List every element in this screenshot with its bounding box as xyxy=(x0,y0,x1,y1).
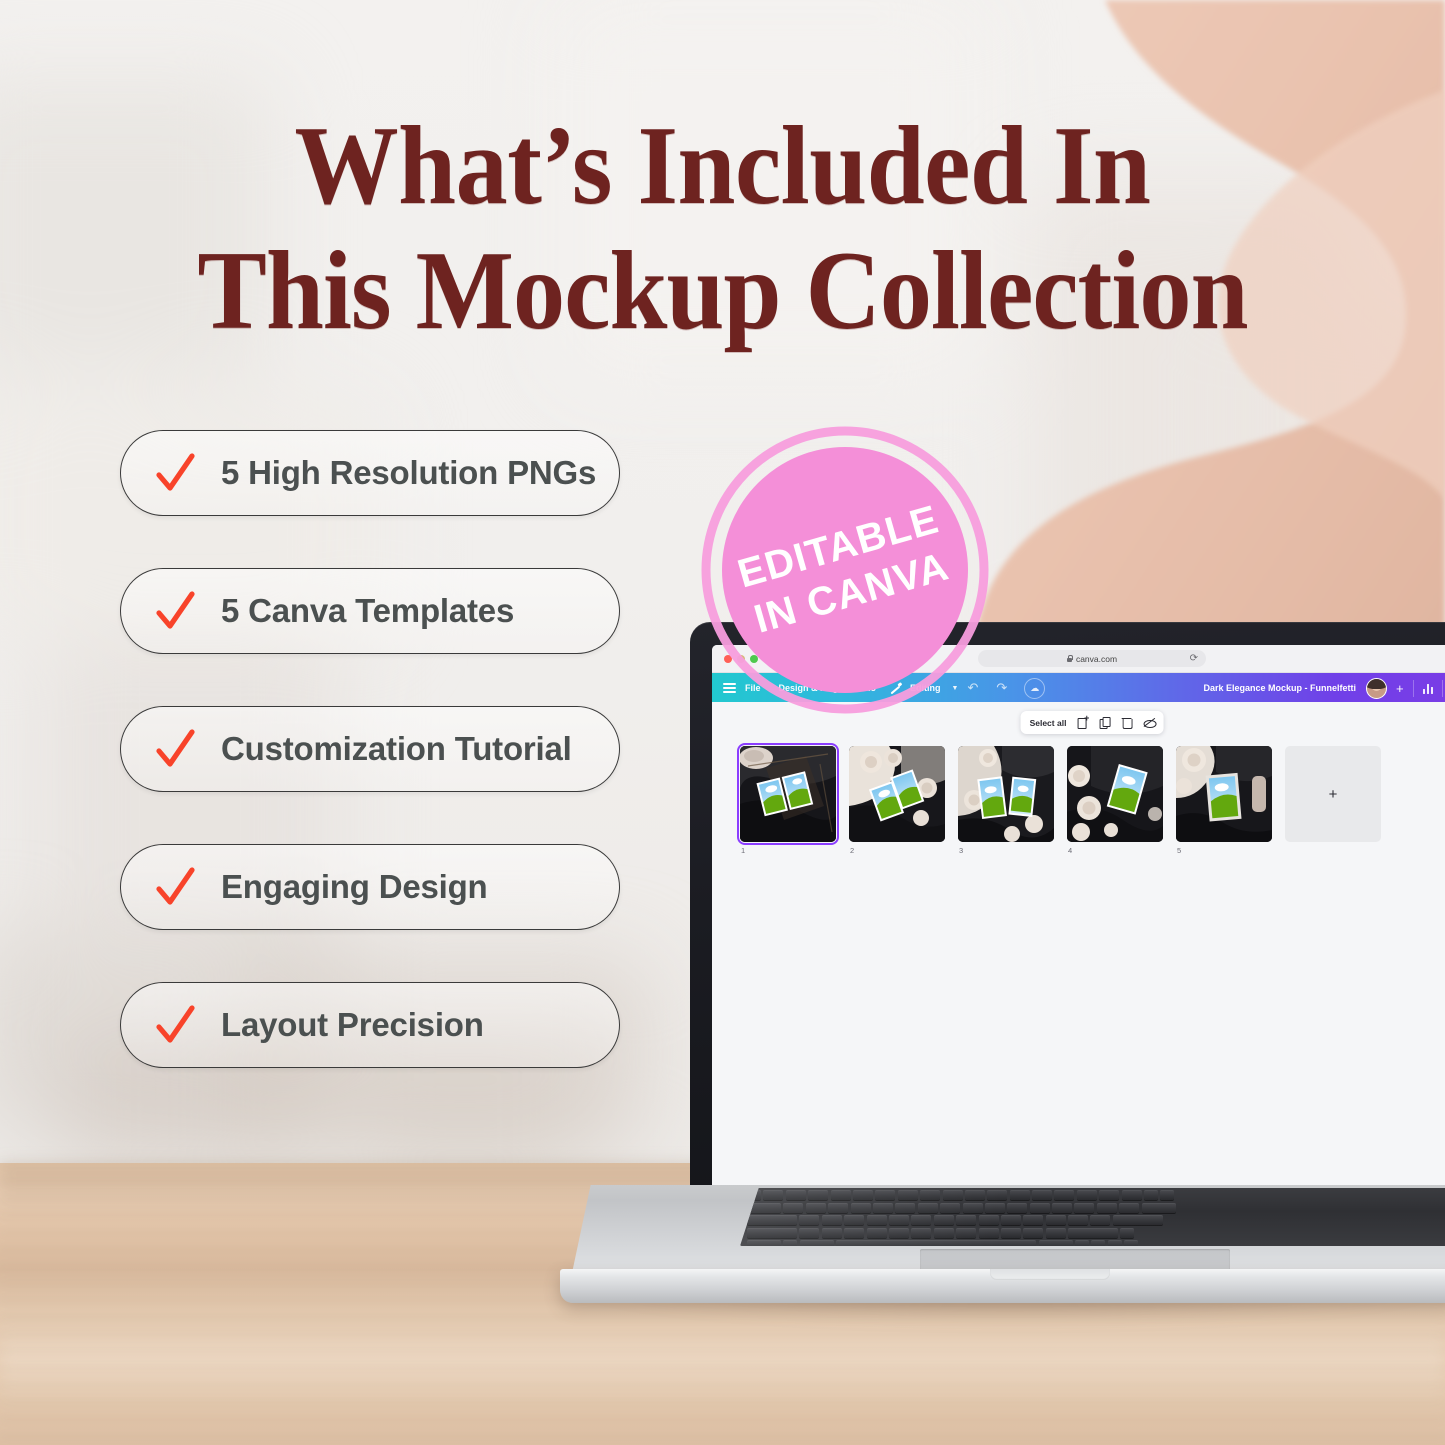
select-all-button[interactable]: Select all xyxy=(1030,718,1067,728)
feature-item-png[interactable]: 5 High Resolution PNGs xyxy=(120,430,620,516)
page-thumbnail[interactable]: 4 xyxy=(1067,746,1163,855)
badge-circle xyxy=(701,426,989,714)
page-number: 4 xyxy=(1068,846,1073,855)
page-thumbnail[interactable]: 5 xyxy=(1176,746,1272,855)
page-title: What’s Included In This Mockup Collectio… xyxy=(51,104,1395,355)
feature-label: Engaging Design xyxy=(221,868,488,905)
feature-label: 5 Canva Templates xyxy=(221,592,515,629)
headline-line-2: This Mockup Collection xyxy=(197,229,1248,354)
page-thumbnail[interactable]: 2 xyxy=(849,746,945,855)
headline-line-1: What’s Included In xyxy=(294,104,1151,228)
page-thumbnail-image[interactable] xyxy=(849,746,945,842)
page-number: 1 xyxy=(741,846,746,855)
check-icon xyxy=(156,729,195,767)
page-number: 3 xyxy=(959,846,964,855)
browser-url-bar[interactable]: canva.com ⟳ xyxy=(978,650,1206,667)
delete-page-icon[interactable] xyxy=(1121,717,1133,729)
laptop-base xyxy=(560,1185,1445,1303)
check-icon xyxy=(156,1005,195,1043)
add-page-tile[interactable]: + xyxy=(1285,746,1381,855)
laptop-keyboard xyxy=(740,1188,1445,1246)
page-thumbnail-image[interactable] xyxy=(1067,746,1163,842)
redo-arrow-icon[interactable]: ↷ xyxy=(987,680,1016,696)
hide-page-icon[interactable] xyxy=(1143,717,1157,729)
laptop-mockup: canva.com ⟳ File Design & Magic Studio E… xyxy=(560,600,1445,1303)
feature-list: 5 High Resolution PNGs 5 Canva Templates… xyxy=(120,430,620,1120)
feature-label: 5 High Resolution PNGs xyxy=(221,454,597,491)
toolbar-divider xyxy=(1442,679,1443,697)
page-thumbnail-image[interactable] xyxy=(736,742,840,846)
add-page-icon[interactable] xyxy=(1077,714,1089,729)
document-title[interactable]: Dark Elegance Mockup - Funnelfetti xyxy=(1204,683,1357,693)
plus-icon: + xyxy=(1328,785,1338,803)
reload-icon[interactable]: ⟳ xyxy=(1190,653,1198,664)
add-page-tile-surface[interactable]: + xyxy=(1285,746,1381,842)
cloud-save-icon[interactable]: ☁ xyxy=(1024,677,1046,699)
feature-label: Layout Precision xyxy=(221,1006,484,1043)
feature-item-layout[interactable]: Layout Precision xyxy=(120,982,620,1068)
lock-icon xyxy=(1066,655,1073,662)
canva-workspace: Select all + 1 2 3 4 5 + xyxy=(712,702,1445,1185)
feature-item-tutorial[interactable]: Customization Tutorial xyxy=(120,706,620,792)
url-text: canva.com xyxy=(1075,653,1118,664)
page-thumbnail-image[interactable] xyxy=(1176,746,1272,842)
poster-canvas: What’s Included In This Mockup Collectio… xyxy=(0,0,1445,1445)
bar-chart-icon[interactable] xyxy=(1414,683,1442,694)
feature-label: Customization Tutorial xyxy=(221,730,572,767)
check-icon xyxy=(156,453,195,491)
duplicate-page-icon[interactable] xyxy=(1099,716,1112,729)
laptop-latch-notch xyxy=(990,1269,1110,1280)
plus-icon[interactable]: + xyxy=(1387,681,1413,696)
page-number: 2 xyxy=(850,846,855,855)
feature-item-design[interactable]: Engaging Design xyxy=(120,844,620,930)
page-thumbnail[interactable]: 3 xyxy=(958,746,1054,855)
user-avatar[interactable] xyxy=(1366,677,1388,699)
check-icon xyxy=(156,591,195,629)
laptop-screen: canva.com ⟳ File Design & Magic Studio E… xyxy=(712,645,1445,1185)
feature-item-canva-templates[interactable]: 5 Canva Templates xyxy=(120,568,620,654)
page-actions-toolbar: Select all xyxy=(1020,711,1164,734)
page-thumbnail-image[interactable] xyxy=(958,746,1054,842)
page-number: 5 xyxy=(1177,846,1182,855)
editable-in-canva-badge: EDITABLE IN CANVA xyxy=(700,425,990,715)
page-thumbnail-strip: 1 2 3 4 5 + xyxy=(736,742,1381,855)
page-thumbnail[interactable]: 1 xyxy=(736,742,840,855)
canva-toolbar-right: Dark Elegance Mockup - Funnelfetti + xyxy=(1204,677,1445,699)
check-icon xyxy=(156,867,195,905)
